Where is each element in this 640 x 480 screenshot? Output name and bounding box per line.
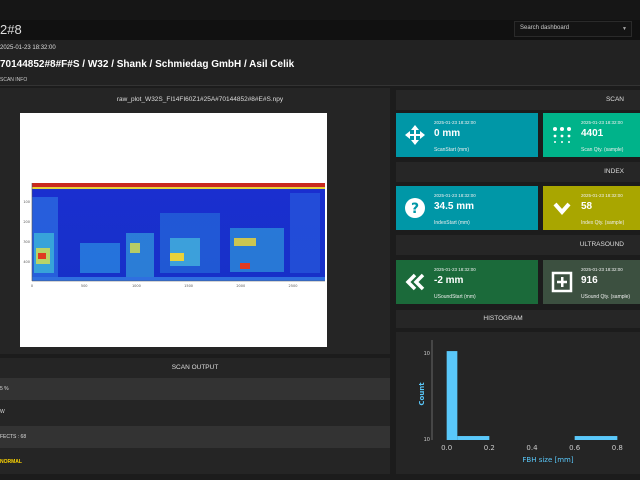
heatmap-band-10 [230, 228, 284, 272]
plot-x-tick-label: 2000 [236, 284, 245, 288]
histogram-panel: 0.0 0.2 0.4 0.6 0.8 10 10 FBH size [mm] Count [396, 332, 640, 474]
raw-plot-image: 0 500 1000 1500 2000 2500 100 200 300 400 [20, 113, 327, 347]
histogram-x-label: FBH size [mm] [522, 456, 573, 464]
plot-x-ticks: 0 500 1000 1500 2000 2500 [31, 284, 298, 288]
card-timestamp: 2025-01-23 18:32:00 [434, 267, 476, 272]
heatmap-band-11 [234, 238, 256, 246]
heatmap-band-8 [170, 238, 200, 266]
card-timestamp: 2025-01-23 18:32:00 [581, 193, 623, 198]
usound-start-card[interactable]: 2025-01-23 18:32:00 -2 mm USoundStart (mm) [396, 260, 538, 304]
scan-output-row: FECTS : 68 [0, 426, 390, 448]
histogram-x-tick: 0.2 [484, 444, 495, 452]
index-start-card[interactable]: ? 2025-01-23 18:32:00 34.5 mm IndexStart (m… [396, 186, 538, 230]
scan-output-row: NORMAL [0, 451, 390, 473]
histogram-chart: 0.0 0.2 0.4 0.6 0.8 10 10 FBH size [mm] Count [418, 340, 623, 464]
heatmap-band-4 [80, 243, 120, 273]
chevron-down-icon [551, 197, 573, 219]
ultrasound-section-label: ULTRASOUND [579, 241, 624, 248]
histogram-y-tick: 10 [424, 437, 430, 443]
ultrasound-section-header: ULTRASOUND [396, 235, 640, 255]
usound-qty-card[interactable]: 2025-01-23 18:32:00 916 USound Qty. (sampl… [543, 260, 640, 304]
raw-plot-title: raw_plot_W32S_FI14FI60Z1#25A#70144852#8#… [116, 96, 284, 103]
card-value: 58 [581, 201, 593, 212]
plus-square-icon [551, 271, 573, 293]
heatmap-top-echo [32, 183, 325, 187]
plot-y-tick-label: 100 [23, 200, 30, 204]
card-timestamp: 2025-01-23 18:32:00 [581, 120, 623, 125]
card-value: -2 mm [434, 275, 464, 286]
index-section-header: INDEX [396, 162, 640, 182]
histogram-x-tick: 0.0 [441, 444, 452, 452]
heatmap-hotspot-1 [38, 253, 46, 259]
plot-x-tick-label: 500 [81, 284, 88, 288]
card-timestamp: 2025-01-23 18:32:00 [434, 120, 476, 125]
scan-qty-card[interactable]: 2025-01-23 18:32:00 4401 Scan Qty. (sample… [543, 113, 640, 157]
heatmap-bottom-band [32, 277, 325, 281]
histogram-bar [446, 351, 458, 440]
heatmap-band-6 [130, 243, 140, 253]
card-timestamp: 2025-01-23 18:32:00 [434, 193, 476, 198]
index-qty-card[interactable]: 2025-01-23 18:32:00 58 Index Qty. (sample) [543, 186, 640, 230]
scan-info-label[interactable]: SCAN INFO [0, 77, 27, 83]
card-label: ScanStart (mm) [434, 147, 470, 153]
double-chevron-left-icon [404, 271, 426, 293]
heatmap-band-9 [170, 253, 184, 261]
heatmap-hotspot-2 [240, 263, 250, 269]
card-label: IndexStart (mm) [434, 220, 470, 226]
card-timestamp: 2025-01-23 18:32:00 [581, 267, 623, 272]
plot-x-tick-label: 0 [31, 284, 33, 288]
card-label: Index Qty. (sample) [581, 220, 625, 226]
plot-y-ticks: 100 200 300 400 [23, 200, 30, 264]
scan-section-label: SCAN [605, 96, 624, 103]
svg-text:?: ? [411, 201, 419, 217]
question-circle-icon: ? [404, 197, 426, 219]
histogram-y-tick: 10 [424, 351, 430, 357]
histogram-bar [574, 436, 618, 440]
card-value: 916 [581, 275, 598, 286]
scan-start-card[interactable]: 2025-01-23 18:32:00 0 mm ScanStart (mm) [396, 113, 538, 157]
grid-dots-icon [551, 124, 573, 146]
card-label: USoundStart (mm) [434, 294, 476, 300]
plot-x-tick-label: 1500 [184, 284, 193, 288]
move-arrows-icon [404, 124, 426, 146]
card-label: Scan Qty. (sample) [581, 147, 624, 153]
scan-output-row: 5 % [0, 378, 390, 400]
histogram-x-tick: 0.8 [612, 444, 623, 452]
histogram-bar [457, 436, 490, 440]
raw-plot-svg: 0 500 1000 1500 2000 2500 100 200 300 400 [23, 183, 325, 288]
card-label: USound Qty. (sample) [581, 294, 631, 300]
histogram-y-label: Count [418, 382, 426, 406]
card-value: 0 mm [434, 128, 461, 139]
plot-x-tick-label: 2500 [289, 284, 298, 288]
scan-output-title: SCAN OUTPUT [171, 364, 219, 371]
heatmap-top-echo-2 [32, 187, 325, 189]
dashboard-title: 2#8 [0, 22, 22, 37]
histogram-header: HISTOGRAM [396, 310, 640, 328]
header-date: 2025-01-23 18:32:00 [0, 45, 56, 51]
search-dashboard-dropdown[interactable]: Search dashboard ▼ [514, 21, 632, 37]
chevron-down-icon: ▼ [622, 26, 627, 32]
plot-y-tick-label: 400 [23, 260, 30, 264]
histogram-x-tick: 0.6 [569, 444, 581, 452]
plot-x-tick-label: 1000 [132, 284, 141, 288]
header-title: 70144852#8#F#S / W32 / Shank / Schmiedag… [0, 59, 295, 70]
heatmap-band-5 [126, 233, 154, 277]
card-value: 4401 [581, 128, 604, 139]
scan-output-row: W [0, 401, 390, 423]
top-bar [0, 0, 640, 20]
plot-y-tick-label: 300 [23, 240, 30, 244]
heatmap-band-12 [290, 193, 320, 273]
search-dashboard-label: Search dashboard [520, 25, 570, 31]
plot-y-tick-label: 200 [23, 220, 30, 224]
index-section-label: INDEX [604, 168, 624, 175]
histogram-x-tick: 0.4 [526, 444, 538, 452]
scan-section-header: SCAN [396, 90, 640, 110]
card-value: 34.5 mm [434, 201, 475, 212]
